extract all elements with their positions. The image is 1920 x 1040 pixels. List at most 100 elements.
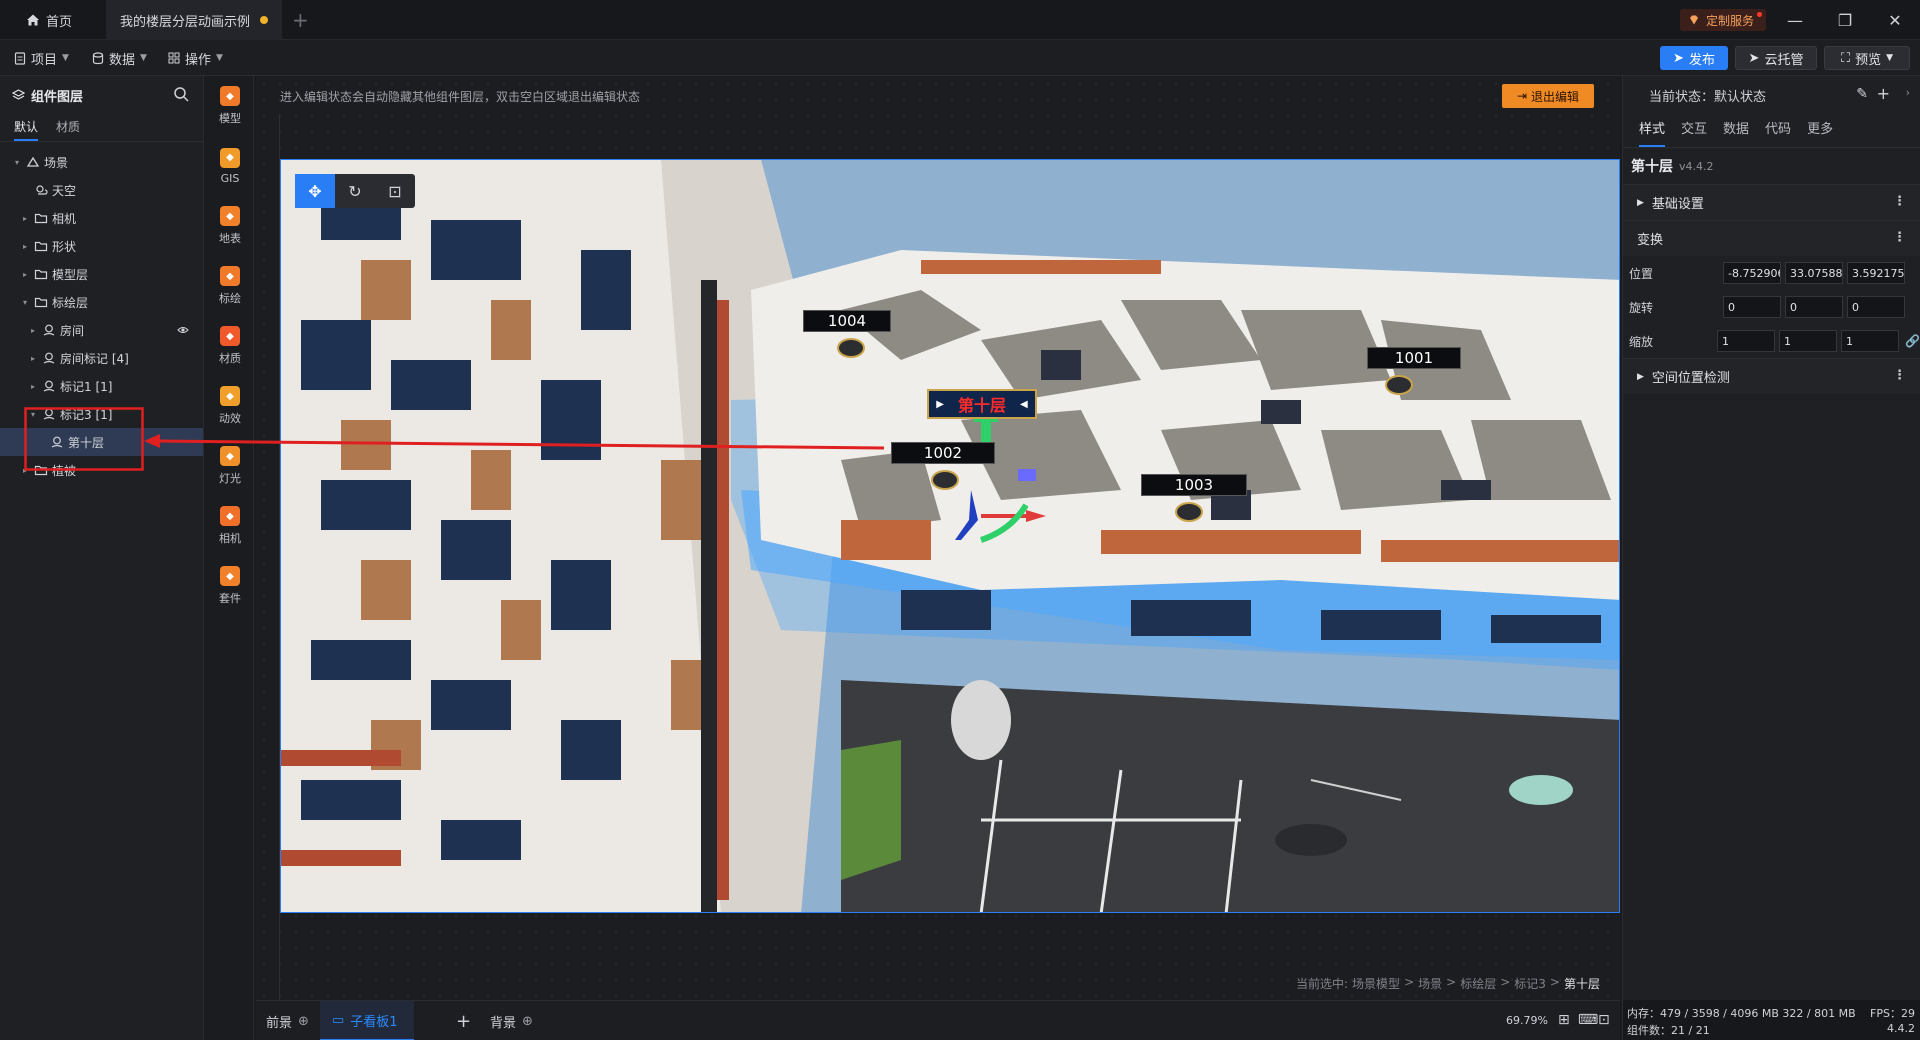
console-icon[interactable]: ⊡ bbox=[1598, 1012, 1610, 1028]
layer-tree-item[interactable]: ▸ 房间 bbox=[0, 316, 203, 344]
position-y-input[interactable] bbox=[1785, 262, 1843, 284]
layer-tree-item[interactable]: ▸ 标记1 [1] bbox=[0, 372, 203, 400]
add-board-button[interactable]: + bbox=[456, 1001, 471, 1040]
annotation-highlight-box bbox=[24, 407, 144, 471]
component-tool[interactable]: ◆ 地表 bbox=[206, 196, 254, 256]
room-marker-icon[interactable] bbox=[1385, 375, 1413, 395]
layer-tree-item[interactable]: ▸ 形状 bbox=[0, 232, 203, 260]
sub-board-tab[interactable]: ▭ 子看板1 bbox=[320, 1001, 414, 1040]
rotation-z-input[interactable] bbox=[1847, 296, 1905, 318]
scale-x-input[interactable] bbox=[1717, 330, 1776, 352]
unsaved-dot bbox=[260, 16, 268, 24]
room-label-1004[interactable]: 1004 bbox=[803, 310, 891, 332]
subtab-material[interactable]: 材质 bbox=[56, 114, 80, 141]
position-x-input[interactable] bbox=[1723, 262, 1781, 284]
caret-right-icon[interactable]: ▸ bbox=[28, 382, 38, 391]
caret-right-icon[interactable]: ▸ bbox=[28, 326, 38, 335]
layer-tree-item[interactable]: ▾ 标绘层 bbox=[0, 288, 203, 316]
component-tool-label: 相机 bbox=[219, 532, 241, 545]
component-tool[interactable]: ◆ 套件 bbox=[206, 556, 254, 616]
cloud-hosting-button[interactable]: ➤ 云托管 bbox=[1735, 46, 1817, 70]
3d-viewport[interactable]: ✥ ↻ ⊡ 1004 1001 1002 1003 ▶ 第十层 ◀ bbox=[280, 159, 1620, 913]
layer-tree-item[interactable]: ▾ 场景 bbox=[0, 148, 203, 176]
scale-y-input[interactable] bbox=[1779, 330, 1838, 352]
component-tool[interactable]: ◆ GIS bbox=[206, 136, 254, 196]
caret-right-icon[interactable]: ▸ bbox=[20, 270, 30, 279]
scale-z-input[interactable] bbox=[1841, 330, 1900, 352]
tab-style[interactable]: 样式 bbox=[1639, 114, 1666, 147]
room-marker-icon[interactable] bbox=[1175, 502, 1203, 522]
tab-project[interactable]: 我的楼层分层动画示例 bbox=[106, 0, 282, 40]
more-icon[interactable]: ⋮ bbox=[1893, 368, 1906, 383]
room-marker-icon[interactable] bbox=[931, 470, 959, 490]
layer-tree-item[interactable]: ▸ 相机 bbox=[0, 204, 203, 232]
scale-tool[interactable]: ⊡ bbox=[375, 174, 415, 208]
room-label-1001[interactable]: 1001 bbox=[1367, 347, 1461, 369]
floor-marker-label[interactable]: ▶ 第十层 ◀ bbox=[927, 389, 1037, 419]
rotation-x-input[interactable] bbox=[1723, 296, 1781, 318]
tab-code[interactable]: 代码 bbox=[1765, 114, 1791, 147]
add-tab-button[interactable]: + bbox=[292, 8, 309, 32]
section-basic-settings[interactable]: ▶ 基础设置 ⋮ bbox=[1623, 184, 1920, 220]
fit-screen-icon[interactable]: ⊞ bbox=[1558, 1012, 1570, 1028]
more-icon[interactable]: ⋮ bbox=[1893, 230, 1906, 245]
room-marker-icon[interactable] bbox=[837, 338, 865, 358]
add-state-icon[interactable]: + bbox=[1877, 84, 1890, 103]
rotation-y-input[interactable] bbox=[1785, 296, 1843, 318]
move-tool[interactable]: ✥ bbox=[295, 174, 335, 208]
caret-down-icon[interactable]: ▾ bbox=[20, 298, 30, 307]
section-transform[interactable]: 变换 ⋮ bbox=[1623, 220, 1920, 256]
custom-service-button[interactable]: 定制服务 bbox=[1680, 9, 1767, 31]
component-tool[interactable]: ◆ 材质 bbox=[206, 316, 254, 376]
breadcrumb-item[interactable]: 场景模型 bbox=[1352, 975, 1400, 992]
rotate-tool[interactable]: ↻ bbox=[335, 174, 375, 208]
preview-button[interactable]: ⛶ 预览 ▼ bbox=[1824, 46, 1910, 70]
layer-tree-item[interactable]: ▸ 模型层 bbox=[0, 260, 203, 288]
breadcrumb-item[interactable]: 标记3 bbox=[1514, 975, 1546, 992]
tab-interaction[interactable]: 交互 bbox=[1681, 114, 1707, 147]
zoom-level[interactable]: 69.79% bbox=[1506, 1014, 1548, 1027]
edit-icon[interactable]: ✎ bbox=[1856, 86, 1868, 102]
section-spatial-detection[interactable]: ▶ 空间位置检测 ⋮ bbox=[1623, 358, 1920, 394]
current-state[interactable]: 当前状态：默认状态 bbox=[1649, 86, 1766, 105]
tab-more[interactable]: 更多 bbox=[1807, 114, 1833, 147]
restore-button[interactable]: ❐ bbox=[1830, 8, 1860, 32]
caret-down-icon[interactable]: ▾ bbox=[12, 158, 22, 167]
menu-data[interactable]: 数据 ▼ bbox=[92, 40, 147, 76]
room-label-1003[interactable]: 1003 bbox=[1141, 474, 1247, 496]
component-tool-icon: ◆ bbox=[220, 386, 240, 406]
minimize-button[interactable]: — bbox=[1780, 8, 1810, 32]
menu-operate[interactable]: 操作 ▼ bbox=[168, 40, 223, 76]
layer-tree-item[interactable]: ▸ 房间标记 [4] bbox=[0, 344, 203, 372]
breadcrumb-current: 第十层 bbox=[1563, 977, 1600, 991]
caret-right-icon[interactable]: ▸ bbox=[20, 214, 30, 223]
component-tool[interactable]: ◆ 相机 bbox=[206, 496, 254, 556]
breadcrumb-item[interactable]: 标绘层 bbox=[1460, 975, 1496, 992]
component-tool[interactable]: ◆ 标绘 bbox=[206, 256, 254, 316]
layer-tree-item[interactable]: 天空 bbox=[0, 176, 203, 204]
breadcrumb-item[interactable]: 场景 bbox=[1418, 975, 1442, 992]
more-icon[interactable]: ⋮ bbox=[1893, 194, 1906, 209]
exit-edit-button[interactable]: ⇥ 退出编辑 bbox=[1502, 84, 1594, 108]
position-z-input[interactable] bbox=[1847, 262, 1905, 284]
room-label-1002[interactable]: 1002 bbox=[891, 442, 995, 464]
subtab-default[interactable]: 默认 bbox=[14, 114, 39, 141]
link-icon[interactable]: 🔗 bbox=[1905, 334, 1920, 348]
publish-button[interactable]: ➤ 发布 bbox=[1660, 46, 1728, 70]
tab-home[interactable]: 首页 bbox=[12, 0, 104, 40]
search-icon[interactable] bbox=[173, 86, 189, 102]
chevron-right-icon[interactable]: › bbox=[1906, 86, 1910, 99]
component-tool[interactable]: ◆ 动效 bbox=[206, 376, 254, 436]
keyboard-icon[interactable]: ⌨ bbox=[1578, 1012, 1598, 1028]
tab-data[interactable]: 数据 bbox=[1723, 114, 1749, 147]
visibility-icon[interactable] bbox=[177, 324, 189, 336]
background-tab[interactable]: 背景 ⊕ bbox=[490, 1001, 533, 1040]
component-tool[interactable]: ◆ 模型 bbox=[206, 76, 254, 136]
foreground-tab[interactable]: 前景 ⊕ bbox=[266, 1001, 309, 1040]
caret-right-icon[interactable]: ▸ bbox=[28, 354, 38, 363]
add-circle-icon[interactable]: ⊕ bbox=[298, 1014, 309, 1029]
close-button[interactable]: ✕ bbox=[1880, 8, 1910, 32]
caret-right-icon[interactable]: ▸ bbox=[20, 242, 30, 251]
menu-project[interactable]: 项目 ▼ bbox=[14, 40, 69, 76]
add-circle-icon[interactable]: ⊕ bbox=[522, 1014, 533, 1029]
